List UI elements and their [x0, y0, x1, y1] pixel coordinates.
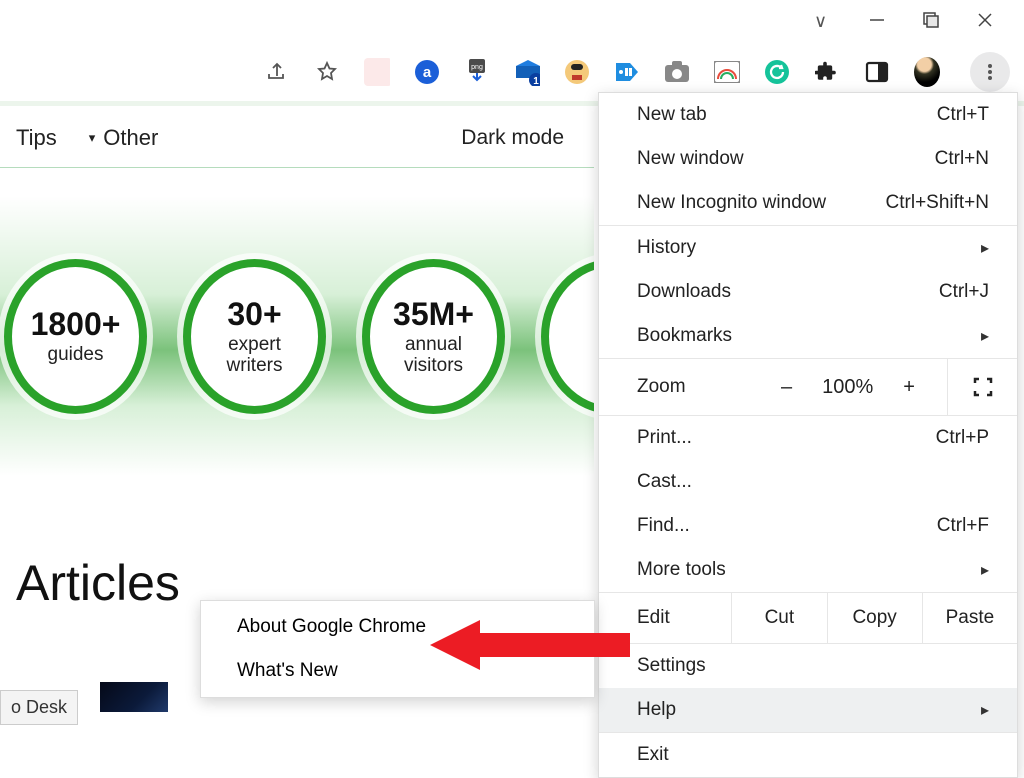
extension-camera-icon[interactable]: [664, 59, 690, 85]
share-icon[interactable]: [264, 59, 290, 85]
dark-mode-label: Dark mode: [461, 126, 594, 150]
menu-paste[interactable]: Paste: [922, 593, 1017, 643]
chrome-menu: New tabCtrl+T New windowCtrl+N New Incog…: [598, 92, 1018, 778]
extension-a-icon[interactable]: a: [414, 59, 440, 85]
svg-text:png: png: [471, 64, 483, 71]
close-icon[interactable]: [976, 11, 994, 29]
maximize-icon[interactable]: [922, 11, 940, 29]
zoom-value: 100%: [822, 376, 873, 399]
extension-tag-icon[interactable]: [614, 59, 640, 85]
nav-other[interactable]: ▾Other: [73, 125, 175, 151]
extension-png-icon[interactable]: png: [464, 59, 490, 85]
article-thumb[interactable]: [100, 682, 168, 712]
menu-cast[interactable]: Cast...: [599, 460, 1017, 504]
menu-bookmarks[interactable]: Bookmarks: [599, 314, 1017, 358]
extension-pink-icon[interactable]: [364, 59, 390, 85]
menu-exit[interactable]: Exit: [599, 733, 1017, 777]
menu-settings[interactable]: Settings: [599, 644, 1017, 688]
extension-avatar-icon[interactable]: [564, 59, 590, 85]
annotation-arrow-icon: [430, 615, 630, 675]
zoom-in-button[interactable]: +: [903, 376, 915, 399]
menu-downloads[interactable]: DownloadsCtrl+J: [599, 270, 1017, 314]
stat-circle: 1800+guides: [4, 259, 147, 414]
extension-rainbow-icon[interactable]: [714, 59, 740, 85]
menu-edit-row: Edit Cut Copy Paste: [599, 593, 1017, 643]
menu-print[interactable]: Print...Ctrl+P: [599, 416, 1017, 460]
svg-text:1: 1: [533, 76, 539, 86]
minimize-icon[interactable]: [868, 11, 886, 29]
menu-cut[interactable]: Cut: [731, 593, 826, 643]
bookmark-star-icon[interactable]: [314, 59, 340, 85]
menu-help[interactable]: Help: [599, 688, 1017, 732]
menu-history[interactable]: History: [599, 226, 1017, 270]
desk-tag[interactable]: o Desk: [0, 690, 78, 725]
chrome-menu-button[interactable]: [970, 52, 1010, 92]
stat-circle: 30+expertwriters: [183, 259, 326, 414]
extension-grammarly-icon[interactable]: [764, 59, 790, 85]
menu-find[interactable]: Find...Ctrl+F: [599, 504, 1017, 548]
stat-circle: 1yon: [541, 259, 594, 414]
menu-copy[interactable]: Copy: [827, 593, 922, 643]
articles-heading: Articles: [16, 554, 180, 612]
menu-new-window[interactable]: New windowCtrl+N: [599, 137, 1017, 181]
sidepanel-icon[interactable]: [864, 59, 890, 85]
svg-text:a: a: [423, 64, 432, 81]
fullscreen-icon[interactable]: [947, 359, 1017, 415]
menu-new-tab[interactable]: New tabCtrl+T: [599, 93, 1017, 137]
profile-avatar[interactable]: [914, 59, 940, 85]
window-controls: ∨: [814, 0, 1024, 40]
stats-strip: 1800+guides 30+expertwriters 35M+annualv…: [0, 196, 594, 476]
menu-more-tools[interactable]: More tools: [599, 548, 1017, 592]
dropdown-icon[interactable]: ∨: [814, 11, 832, 29]
menu-new-incognito[interactable]: New Incognito windowCtrl+Shift+N: [599, 181, 1017, 225]
menu-zoom: Zoom – 100% +: [599, 359, 1017, 415]
extensions-puzzle-icon[interactable]: [814, 59, 840, 85]
extension-mail-icon[interactable]: 1: [514, 59, 540, 85]
zoom-out-button[interactable]: –: [781, 376, 792, 399]
nav-tips[interactable]: Tips: [0, 125, 73, 151]
site-nav: Tips ▾Other Dark mode: [0, 108, 594, 168]
stat-circle: 35M+annualvisitors: [362, 259, 505, 414]
